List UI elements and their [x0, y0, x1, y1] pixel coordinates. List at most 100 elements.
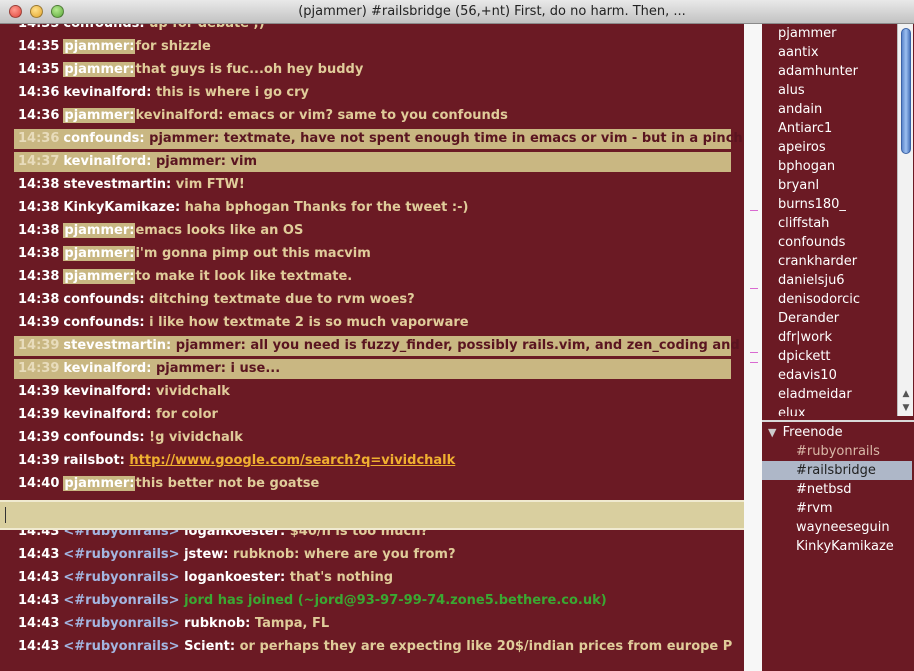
user-list-item[interactable]: crankharder	[778, 252, 857, 271]
timestamp: 14:43	[18, 530, 60, 539]
nick[interactable]: pjammer:	[63, 476, 136, 491]
timestamp: 14:39	[18, 407, 60, 422]
message-text: pjammer: all you need is fuzzy_finder, p…	[171, 338, 744, 353]
message-text: vim FTW!	[171, 177, 245, 192]
user-list-item[interactable]: eladmeidar	[778, 385, 852, 404]
chat-transcript[interactable]: 14:35confounds: up for debate ;)14:35pja…	[0, 24, 744, 496]
channel-tag[interactable]: <#rubyonrails>	[63, 639, 179, 654]
nick[interactable]: confounds:	[63, 315, 144, 330]
user-list-item[interactable]: Derander	[778, 309, 839, 328]
nick[interactable]: kevinalford:	[63, 85, 151, 100]
log-line: 14:43 <#rubyonrails> logankoester: that's…	[14, 568, 731, 588]
user-list-item[interactable]: bphogan	[778, 157, 835, 176]
close-button[interactable]	[9, 5, 22, 18]
user-list-item[interactable]: andain	[778, 100, 822, 119]
channel-item[interactable]: #netbsd	[762, 480, 912, 499]
nick[interactable]: confounds:	[63, 24, 144, 31]
user-list-item[interactable]: pjammer	[778, 24, 837, 43]
nick[interactable]: pjammer:	[63, 108, 136, 123]
message-input[interactable]	[0, 500, 762, 530]
user-list-item[interactable]: danielsju6	[778, 271, 845, 290]
triangle-down-icon[interactable]: ▼	[762, 426, 776, 439]
user-list-scrollbar[interactable]: ▲ ▼	[897, 24, 913, 416]
user-scroll-up-arrow-icon[interactable]: ▲	[898, 388, 914, 401]
nick[interactable]: Scient:	[180, 639, 235, 654]
user-list-item[interactable]: cliffstah	[778, 214, 829, 233]
nick[interactable]: pjammer:	[63, 246, 136, 261]
nick[interactable]: pjammer:	[63, 39, 136, 54]
nick[interactable]: confounds:	[63, 131, 144, 146]
user-list-scroll-thumb[interactable]	[901, 28, 911, 154]
nick[interactable]: jstew:	[180, 547, 228, 562]
nick[interactable]: kevinalford:	[63, 384, 151, 399]
user-list-item[interactable]: adamhunter	[778, 62, 858, 81]
user-list-item[interactable]: dfr|work	[778, 328, 832, 347]
nick[interactable]: logankoester:	[180, 570, 285, 585]
user-list-item[interactable]: burns180_	[778, 195, 846, 214]
message-text: haha bphogan Thanks for the tweet :-)	[180, 200, 469, 215]
timestamp: 14:43	[18, 639, 60, 654]
channel-item[interactable]: KinkyKamikaze	[762, 537, 912, 556]
channel-tag[interactable]: <#rubyonrails>	[63, 530, 179, 539]
channel-tag[interactable]: <#rubyonrails>	[63, 570, 179, 585]
channel-item[interactable]: #rvm	[762, 499, 912, 518]
channel-item[interactable]: #railsbridge	[762, 461, 912, 480]
message-text: pjammer: i use...	[151, 361, 281, 376]
nick[interactable]: KinkyKamikaze:	[63, 200, 180, 215]
nick[interactable]: confounds:	[63, 430, 144, 445]
message-text: pjammer: vim	[151, 154, 258, 169]
user-list-item[interactable]: dpickett	[778, 347, 831, 366]
nick[interactable]: kevinalford:	[63, 154, 151, 169]
minimize-button[interactable]	[30, 5, 43, 18]
message-text: for shizzle	[135, 39, 211, 54]
user-list-item[interactable]: denisodorcic	[778, 290, 860, 309]
channel-item[interactable]: #rubyonrails	[762, 442, 912, 461]
timestamp: 14:43	[18, 593, 60, 608]
nick[interactable]: rubknob:	[180, 616, 250, 631]
user-list[interactable]: pjammer aantix adamhunter alus andain Antiarc…	[762, 24, 914, 416]
window-title: (pjammer) #railsbridge (56,+nt) First, d…	[298, 4, 686, 19]
nick[interactable]: stevestmartin:	[63, 338, 171, 353]
title-bar[interactable]: (pjammer) #railsbridge (56,+nt) First, d…	[0, 0, 914, 24]
channel-label: #rubyonrails	[796, 444, 880, 459]
channel-label: KinkyKamikaze	[796, 539, 894, 554]
channel-tag[interactable]: <#rubyonrails>	[63, 593, 179, 608]
message-text: vividchalk	[151, 384, 230, 399]
server-log[interactable]: 14:43 <#rubyonrails> logankoester: $40/h …	[0, 530, 744, 671]
zoom-button[interactable]	[51, 5, 64, 18]
nick[interactable]: pjammer:	[63, 269, 136, 284]
channel-tag[interactable]: <#rubyonrails>	[63, 616, 179, 631]
user-list-item[interactable]: bryanl	[778, 176, 819, 195]
user-list-item[interactable]: aantix	[778, 43, 819, 62]
message-text: pjammer: textmate, have not spent enough…	[144, 131, 744, 146]
highlight-marker	[750, 352, 758, 353]
timestamp: 14:36	[18, 131, 60, 146]
user-list-item[interactable]: alus	[778, 81, 805, 100]
nick[interactable]: confounds:	[63, 292, 144, 307]
user-list-item[interactable]: apeiros	[778, 138, 826, 157]
nick[interactable]: kevinalford:	[63, 361, 151, 376]
channel-tree[interactable]: ▼ Freenode #rubyonrails #railsbridge #netb…	[762, 420, 914, 671]
nick[interactable]: logankoester:	[180, 530, 285, 539]
channel-item[interactable]: wayneeseguin	[762, 518, 912, 537]
nick[interactable]: kevinalford:	[63, 407, 151, 422]
user-list-item[interactable]: elux	[778, 404, 806, 416]
log-line: 14:43 <#rubyonrails> logankoester: $40/h …	[14, 530, 731, 542]
server-node[interactable]: ▼ Freenode	[762, 423, 912, 442]
message-link[interactable]: http://www.google.com/search?q=vividchal…	[129, 453, 455, 468]
user-scroll-down-arrow-icon[interactable]: ▼	[898, 402, 914, 415]
message-text: kevinalford: emacs or vim? same to you c…	[135, 108, 508, 123]
message-text: i'm gonna pimp out this macvim	[135, 246, 371, 261]
nick[interactable]: stevestmartin:	[63, 177, 171, 192]
user-list-item[interactable]: Antiarc1	[778, 119, 832, 138]
user-list-item[interactable]: confounds	[778, 233, 845, 252]
timestamp: 14:35	[18, 39, 60, 54]
nick[interactable]: railsbot:	[63, 453, 124, 468]
message-text: this is where i go cry	[151, 85, 310, 100]
chat-line: 14:38 stevestmartin: vim FTW!	[14, 175, 731, 195]
message-text: i like how textmate 2 is so much vaporwa…	[144, 315, 469, 330]
nick[interactable]: pjammer:	[63, 62, 136, 77]
nick[interactable]: pjammer:	[63, 223, 136, 238]
user-list-item[interactable]: edavis10	[778, 366, 837, 385]
channel-tag[interactable]: <#rubyonrails>	[63, 547, 179, 562]
